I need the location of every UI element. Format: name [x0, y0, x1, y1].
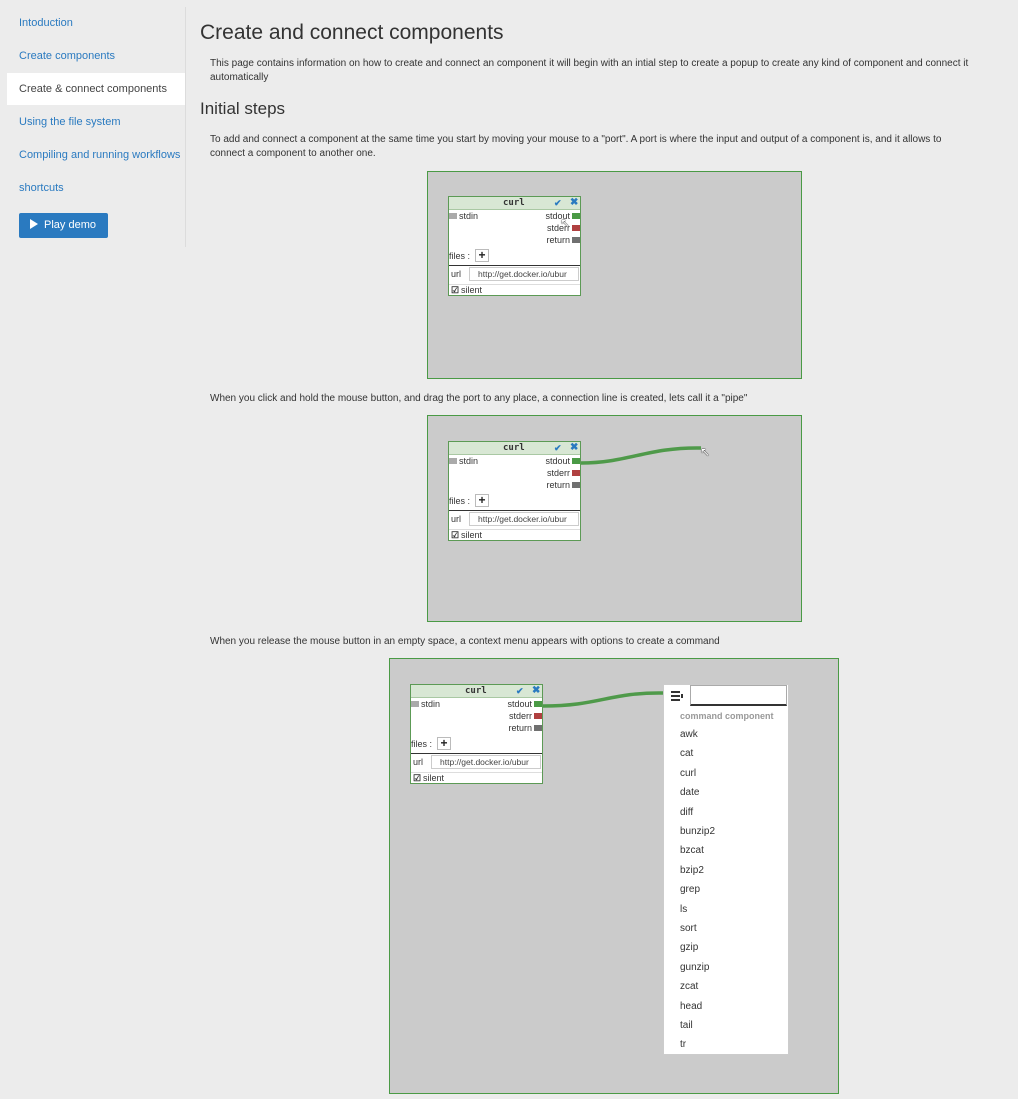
mouse-cursor-icon: ↖: [560, 216, 571, 230]
menu-item[interactable]: zcat: [680, 981, 698, 992]
step3-text: When you release the mouse button in an …: [210, 636, 720, 647]
sidebar-item-create-connect-components[interactable]: Create & connect components: [7, 73, 185, 105]
intro-text: This page contains information on how to…: [210, 57, 1018, 85]
context-menu: command component awk cat curl date diff bunz…: [663, 684, 789, 1055]
play-demo-button[interactable]: Play demo: [19, 213, 108, 238]
stderr-port[interactable]: [572, 225, 580, 231]
list-icon: [671, 691, 683, 701]
step1-text: To add and connect a component at the sa…: [210, 133, 1010, 161]
chevron-down-icon[interactable]: ✔: [554, 197, 562, 209]
intro-line-2: automatically: [210, 72, 269, 83]
menu-item[interactable]: tail: [680, 1020, 693, 1031]
menu-item[interactable]: grep: [680, 884, 700, 895]
step1-line-1: To add and connect a component at the sa…: [210, 134, 942, 145]
curl-component[interactable]: curl ✔ ✖ stdin stdout stderr return file…: [448, 196, 581, 296]
pipe-connection: [580, 446, 702, 465]
menu-item[interactable]: tr: [680, 1039, 686, 1050]
stdin-label: stdin: [459, 211, 479, 221]
close-icon[interactable]: ✖: [570, 197, 578, 209]
sidebar-item-introduction[interactable]: Intoduction: [7, 7, 185, 39]
menu-category-label: command component: [680, 711, 774, 721]
sidebar-item-create-components[interactable]: Create components: [7, 40, 185, 72]
url-input[interactable]: http://get.docker.io/ubur: [469, 267, 579, 281]
step1-line-2: connect a component to another one.: [210, 148, 376, 159]
add-file-button[interactable]: +: [475, 249, 489, 262]
return-port[interactable]: [572, 237, 580, 243]
component-header: curl ✔ ✖: [449, 197, 580, 210]
menu-item[interactable]: head: [680, 1001, 702, 1012]
silent-label: silent: [461, 285, 483, 295]
demo-canvas-2: curl ✔ ✖ stdin stdout stderr return file…: [427, 415, 802, 622]
return-label: return: [546, 235, 570, 245]
menu-item[interactable]: diff: [680, 807, 693, 818]
step2-text: When you click and hold the mouse button…: [210, 393, 748, 404]
menu-item[interactable]: gunzip: [680, 962, 709, 973]
url-label: url: [451, 269, 462, 279]
sidebar: Intoduction Create components Create & c…: [7, 7, 186, 247]
menu-item[interactable]: date: [680, 787, 699, 798]
divider: [449, 265, 580, 266]
play-demo-label: Play demo: [44, 219, 96, 231]
stdin-port[interactable]: [449, 213, 457, 219]
mouse-cursor-icon: ↖: [700, 445, 711, 459]
menu-item[interactable]: bunzip2: [680, 826, 715, 837]
section-title: Initial steps: [200, 99, 286, 118]
menu-item[interactable]: ls: [680, 904, 687, 915]
menu-item[interactable]: bzip2: [680, 865, 704, 876]
demo-canvas-1: curl ✔ ✖ stdin stdout stderr return file…: [427, 171, 802, 379]
command-search-input[interactable]: [690, 685, 787, 706]
menu-item[interactable]: curl: [680, 768, 696, 779]
intro-line-1: This page contains information on how to…: [210, 58, 969, 69]
sidebar-item-file-system[interactable]: Using the file system: [7, 106, 185, 138]
context-menu-header: [664, 685, 788, 707]
play-icon: [30, 219, 38, 229]
menu-item[interactable]: cat: [680, 748, 693, 759]
menu-item[interactable]: bzcat: [680, 845, 704, 856]
files-label: files :: [449, 251, 471, 261]
menu-item[interactable]: awk: [680, 729, 698, 740]
silent-row: ☑ silent: [449, 284, 580, 296]
menu-item[interactable]: gzip: [680, 942, 698, 953]
checkbox-icon[interactable]: ☑: [451, 285, 459, 296]
sidebar-item-compiling-running[interactable]: Compiling and running workflows: [7, 139, 185, 171]
stdout-port[interactable]: [572, 213, 580, 219]
page-title: Create and connect components: [200, 21, 504, 44]
menu-item[interactable]: sort: [680, 923, 697, 934]
component-title: curl: [503, 198, 525, 208]
sidebar-item-shortcuts[interactable]: shortcuts: [7, 172, 185, 204]
